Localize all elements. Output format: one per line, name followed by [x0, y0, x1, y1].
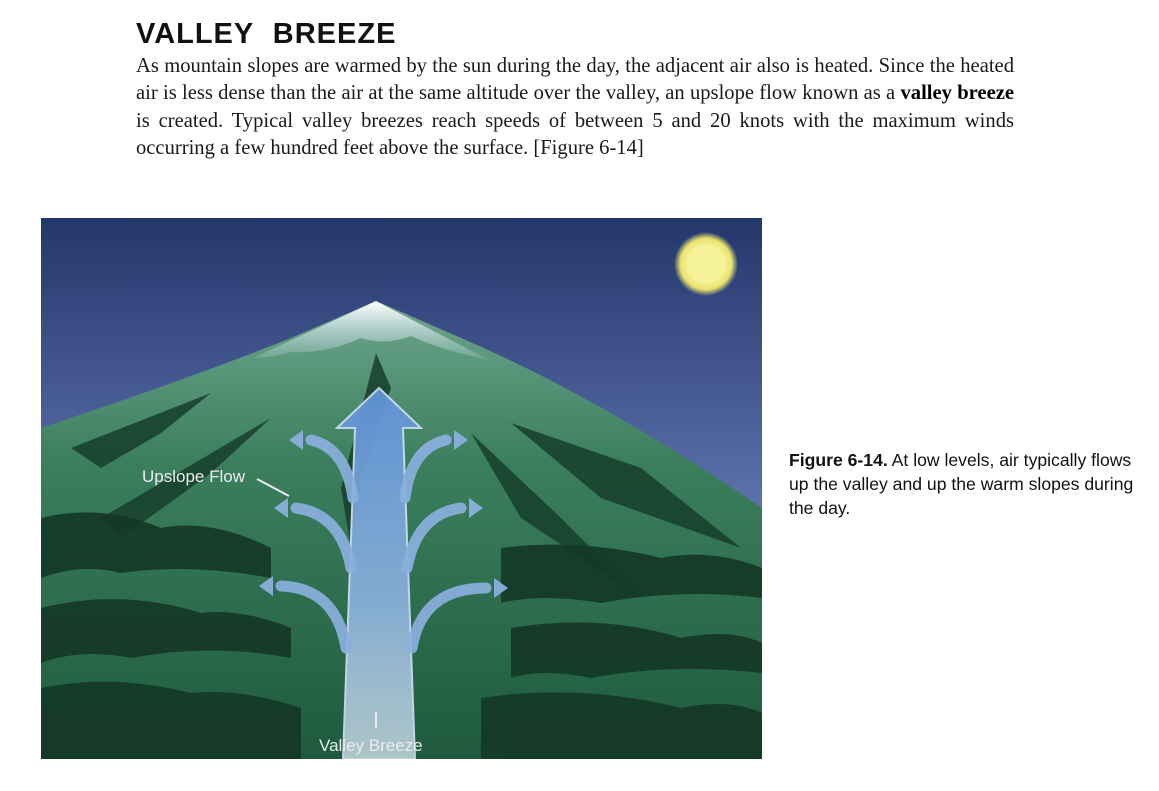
figure-caption: Figure 6-14. At low levels, air typicall… [789, 448, 1149, 520]
figure-number: Figure 6-14. [789, 450, 888, 470]
valley-breeze-label: Valley Breeze [319, 736, 423, 755]
valley-breeze-term: valley breeze [900, 82, 1014, 105]
valley-breeze-illustration: Upslope Flow Valley Breeze [41, 218, 762, 759]
section-heading: VALLEY BREEZE [136, 18, 397, 50]
upslope-flow-label: Upslope Flow [142, 467, 246, 486]
body-paragraph: As mountain slopes are warmed by the sun… [136, 53, 1014, 163]
paragraph-text-start: As mountain slopes are warmed by the sun… [136, 55, 1014, 105]
paragraph-text-end: is created. Typical valley breezes reach… [136, 109, 1014, 160]
sun-icon [674, 232, 738, 296]
